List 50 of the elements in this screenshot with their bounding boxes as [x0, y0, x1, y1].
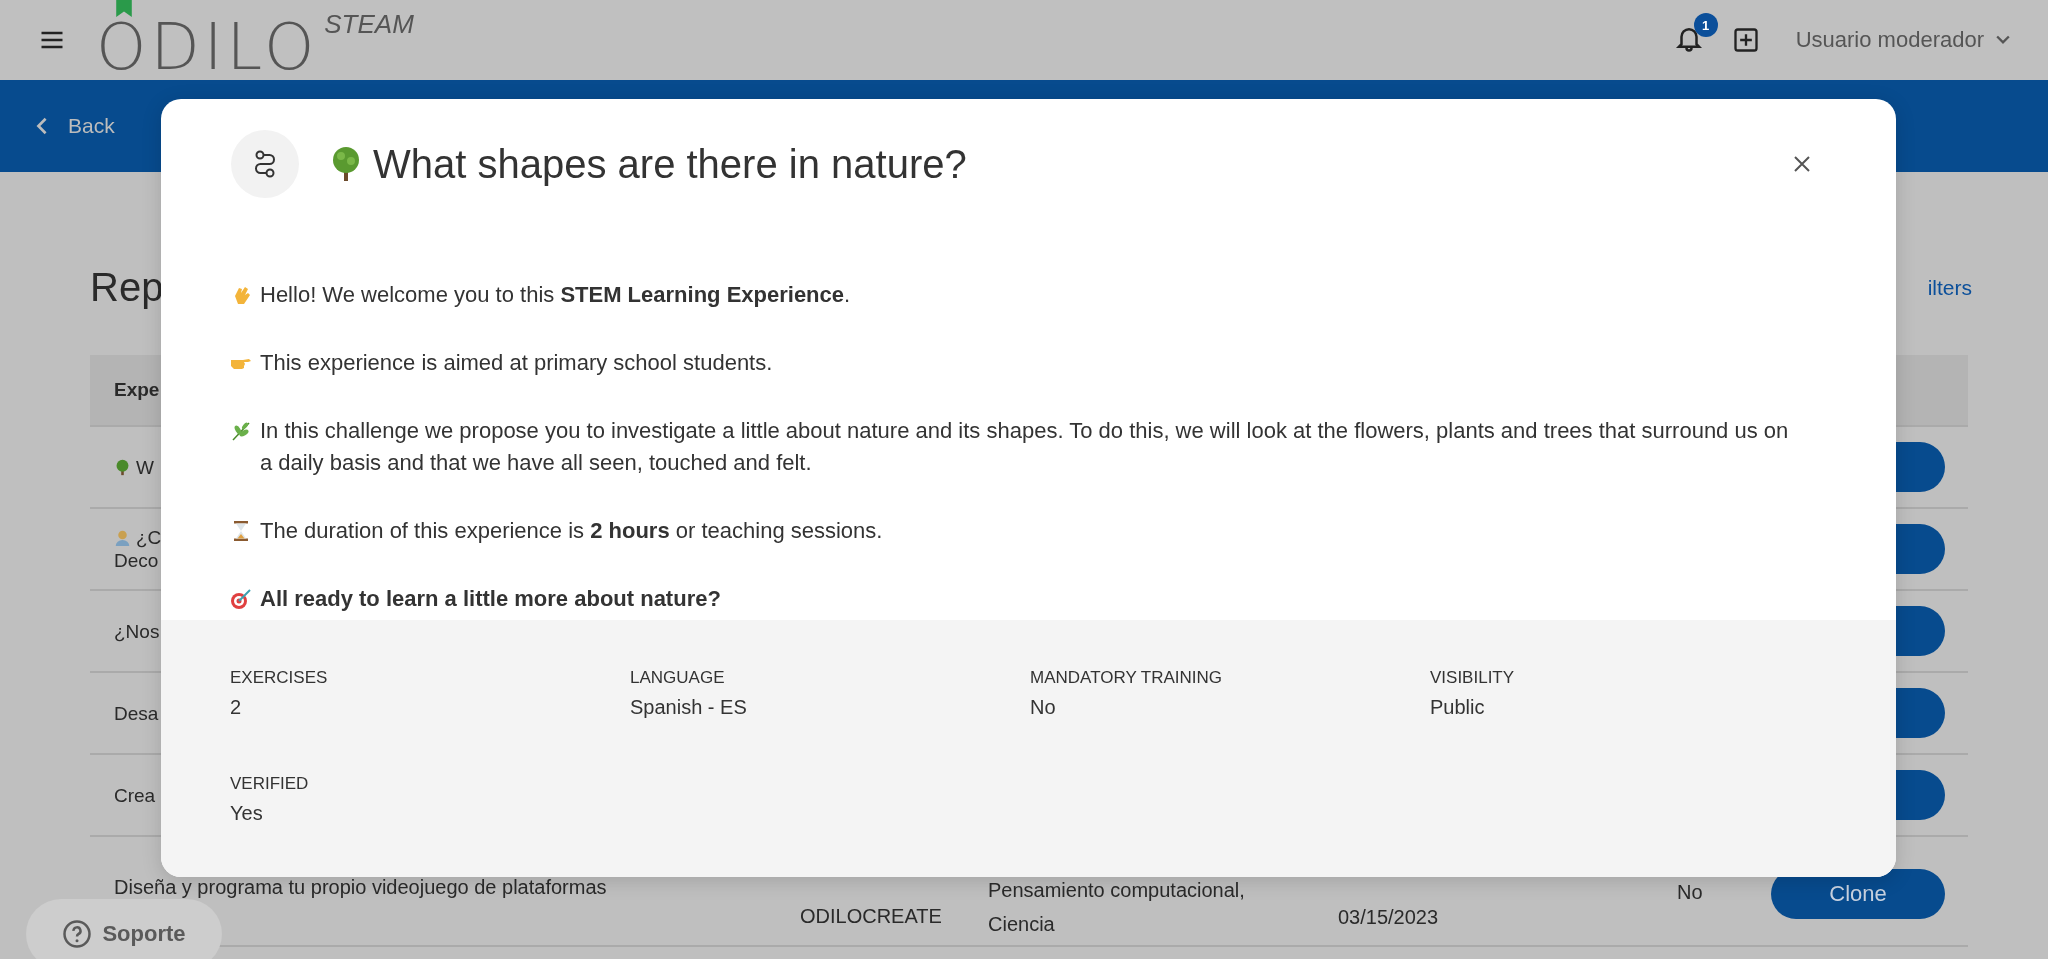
description-text: In this challenge we propose you to investigate a little about nature and its shapes. To do this, we will look at the flowers, plants and trees that surround us on a daily basis and that we have all seen, touched and felt. [260, 417, 1790, 477]
tree-icon [114, 458, 131, 476]
detail-label: VISIBILITY [1430, 668, 1516, 688]
experience-name: Desa [114, 701, 159, 725]
support-button[interactable]: Soporte [26, 899, 222, 959]
detail-value: Yes [230, 802, 264, 825]
pointing-hand-icon [230, 358, 252, 369]
detail-label: MANDATORY TRAINING [1030, 668, 1224, 688]
experience-name: ¿Nos [114, 619, 160, 643]
logo-text: ODILO [96, 15, 319, 79]
page-title: Rep [90, 265, 164, 310]
detail-value: No [1030, 696, 1057, 719]
description-text: Hello! We welcome you to this STEM Learning Experience. [260, 281, 851, 309]
platform-cell-text: ODILOCREATE [800, 905, 943, 928]
target-icon [230, 588, 252, 610]
tree-icon [331, 146, 361, 182]
user-menu[interactable]: Usuario moderador [1795, 27, 2010, 53]
detail-value: Public [1430, 696, 1486, 719]
dialog-title: What shapes are there in nature? [373, 141, 967, 187]
description-text: The duration of this experience is 2 hours or teaching sessions. [260, 517, 883, 545]
category-text: Pensamiento computacional, [988, 878, 1246, 903]
detail-label: EXERCISES [230, 668, 329, 688]
filters-link[interactable]: ilters [1927, 275, 1972, 300]
notification-badge: 1 [1693, 13, 1718, 37]
date-cell-text: 03/15/2023 [1338, 906, 1440, 929]
verified-cell: No [1677, 881, 1703, 904]
category-text: Ciencia [988, 912, 1056, 937]
plus-square-icon[interactable] [1731, 26, 1760, 54]
close-icon[interactable] [1792, 154, 1812, 174]
detail-value: 2 [230, 696, 243, 719]
back-link[interactable]: Back [36, 114, 115, 138]
experience-name: ¿C [136, 526, 162, 549]
experience-name: Deco [114, 549, 159, 572]
logo-subtitle: STEAM [324, 9, 414, 40]
detail-label: VERIFIED [230, 774, 310, 794]
help-icon [62, 919, 93, 949]
experience-name: Crea [114, 783, 156, 807]
route-icon [231, 130, 299, 198]
chevron-down-icon [1996, 35, 2010, 45]
bookmark-icon [116, 0, 132, 17]
experience-name: Diseña y programa tu propio videojuego de plataformas [114, 876, 607, 899]
detail-value: Spanish - ES [630, 696, 748, 719]
person-icon [114, 529, 131, 546]
chevron-left-icon [36, 116, 48, 136]
leaf-icon [230, 420, 252, 442]
description-text: This experience is aimed at primary school students. [260, 349, 773, 377]
experience-name: W [136, 455, 154, 479]
description-text: All ready to learn a little more about nature? [260, 585, 721, 613]
detail-label: LANGUAGE [630, 668, 726, 688]
column-header: Expe [114, 379, 160, 401]
